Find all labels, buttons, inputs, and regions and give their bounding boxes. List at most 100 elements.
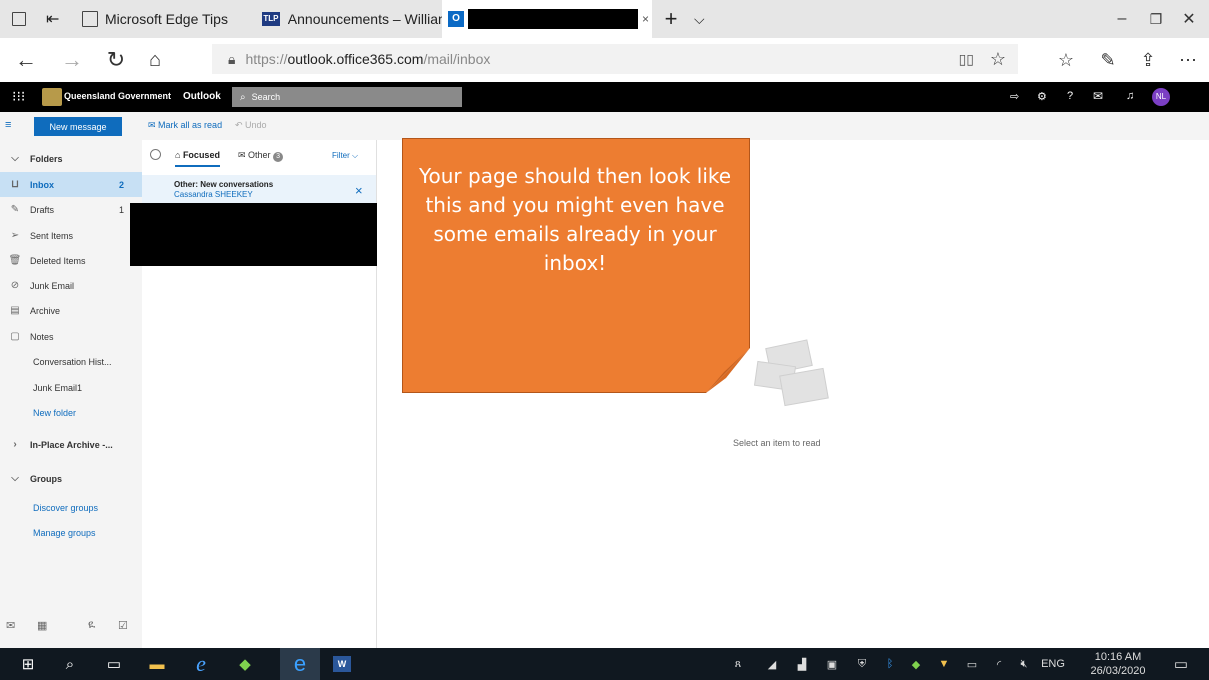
tray-app3-icon[interactable]: ◆ bbox=[904, 648, 928, 680]
folders-header[interactable]: ⌵ Folders bbox=[0, 146, 142, 171]
wifi-icon[interactable]: ◜ bbox=[987, 648, 1011, 680]
folder-archive[interactable]: ▤ Archive bbox=[0, 298, 142, 323]
other-notice-row[interactable]: Other: New conversations Cassandra SHEEK… bbox=[142, 175, 376, 205]
tab-actions-icon[interactable] bbox=[12, 0, 26, 38]
chevron-down-icon: ⌵ bbox=[11, 473, 19, 484]
language-indicator[interactable]: ENG bbox=[1038, 648, 1068, 680]
notice-sender: Cassandra SHEEKEY bbox=[174, 190, 253, 199]
back-icon[interactable]: ← bbox=[8, 38, 44, 82]
folder-conversation-history[interactable]: Conversation Hist... bbox=[0, 349, 142, 374]
close-window-icon[interactable]: ✕ bbox=[1166, 0, 1209, 38]
manage-groups-link[interactable]: Manage groups bbox=[0, 520, 142, 545]
battery-icon[interactable]: ▭ bbox=[960, 648, 984, 680]
people-icon[interactable]: ዪ bbox=[88, 619, 95, 632]
new-message-label: New message bbox=[49, 121, 107, 132]
select-all-checkbox[interactable] bbox=[150, 149, 161, 160]
url-domain: outlook.office365.com bbox=[287, 51, 424, 67]
empty-envelopes-icon bbox=[754, 339, 829, 407]
groups-header[interactable]: ⌵ Groups bbox=[0, 466, 142, 491]
discover-groups-link[interactable]: Discover groups bbox=[0, 495, 142, 520]
avatar[interactable]: NL bbox=[1152, 88, 1170, 106]
help-icon[interactable]: ? bbox=[1067, 90, 1073, 102]
tray-app2-icon[interactable]: ▣ bbox=[820, 648, 844, 680]
new-message-button[interactable]: New message bbox=[34, 117, 122, 136]
calendar-icon[interactable]: ▦ bbox=[37, 619, 47, 632]
network-bars-icon[interactable]: ▟ bbox=[790, 648, 814, 680]
taskbar-search-icon[interactable]: ⌕ bbox=[50, 648, 90, 680]
app-p-icon[interactable]: ◆ bbox=[225, 648, 265, 680]
office365-header: ⁝⁝⁝ Queensland Government Outlook ⇨ ⚙ ? … bbox=[0, 82, 1209, 112]
chevron-down-icon: ⌵ bbox=[11, 153, 19, 164]
clock[interactable]: 10:16 AM 26/03/2020 bbox=[1080, 648, 1156, 680]
refresh-icon[interactable]: ↻ bbox=[98, 38, 134, 82]
new-tab-icon[interactable]: + bbox=[656, 0, 686, 38]
tab-other[interactable]: ✉ Other 3 bbox=[238, 150, 284, 162]
in-place-archive[interactable]: › In-Place Archive -... bbox=[0, 432, 142, 457]
note-icon: ▢ bbox=[10, 331, 20, 342]
settings-gear-icon[interactable]: ⚙ bbox=[1037, 90, 1047, 103]
outlook-icon: O bbox=[448, 11, 464, 27]
filter-button[interactable]: Filter ⌵ bbox=[332, 151, 358, 161]
tray-app4-icon[interactable]: ▼ bbox=[932, 648, 956, 680]
app-launcher-icon[interactable]: ⁝⁝⁝ bbox=[12, 88, 25, 105]
folder-junk[interactable]: ⊘ Junk Email bbox=[0, 273, 142, 298]
feedback-icon[interactable]: ✉ bbox=[1093, 89, 1103, 103]
folder-notes[interactable]: ▢ Notes bbox=[0, 324, 142, 349]
windows-start-icon[interactable]: ⊞ bbox=[8, 648, 48, 680]
other-label: Other bbox=[248, 150, 271, 160]
home-icon[interactable]: ⌂ bbox=[137, 38, 173, 82]
tab-outlook-active[interactable]: O × bbox=[442, 0, 652, 38]
hamburger-icon[interactable]: ≡ bbox=[5, 119, 11, 131]
tab-focused[interactable]: ⌂ Focused bbox=[175, 150, 220, 167]
action-center-icon[interactable]: ▭ bbox=[1164, 648, 1198, 680]
tab-announcements[interactable]: TLP Announcements – William I bbox=[262, 0, 442, 38]
tab-list-chevron-icon[interactable]: ⌵ bbox=[694, 0, 705, 38]
favorites-hub-icon[interactable]: ☆ bbox=[1048, 38, 1084, 82]
folder-inbox[interactable]: ⊔ Inbox 2 bbox=[0, 172, 142, 197]
more-icon[interactable]: ⋯ bbox=[1170, 38, 1206, 82]
tab-label: Microsoft Edge Tips bbox=[105, 11, 228, 27]
tab-edge-tips[interactable]: Microsoft Edge Tips bbox=[82, 0, 232, 38]
people-tray-icon[interactable]: ጸ bbox=[726, 648, 750, 680]
new-folder-link[interactable]: New folder bbox=[0, 400, 142, 425]
redacted-message-block bbox=[130, 203, 389, 266]
dismiss-close-icon[interactable]: × bbox=[355, 183, 363, 198]
folder-label: Junk Email1 bbox=[33, 382, 83, 393]
notifications-bell-icon[interactable]: ♫ bbox=[1126, 90, 1134, 102]
internet-explorer-icon[interactable]: e bbox=[181, 648, 221, 680]
search-input[interactable]: ⌕ Search bbox=[232, 87, 462, 107]
search-icon: ⌕ bbox=[240, 91, 246, 103]
focused-label: Focused bbox=[182, 150, 220, 160]
folder-deleted[interactable]: 🗑︎ Deleted Items bbox=[0, 248, 142, 273]
tasks-icon[interactable]: ☑ bbox=[118, 619, 128, 632]
share-icon[interactable]: ⇪ bbox=[1130, 38, 1166, 82]
folder-sent[interactable]: ➢ Sent Items bbox=[0, 223, 142, 248]
undo-button[interactable]: ↶ Undo bbox=[235, 120, 267, 131]
word-icon[interactable]: W bbox=[322, 648, 362, 680]
folder-junk-email1[interactable]: Junk Email1 bbox=[0, 375, 142, 400]
set-aside-tabs-icon[interactable]: ⇤ bbox=[46, 0, 59, 38]
favorite-star-icon[interactable]: ☆ bbox=[990, 49, 1006, 70]
url-field[interactable]: 🔒︎ https://outlook.office365.com/mail/in… bbox=[212, 44, 1018, 74]
bluetooth-icon[interactable]: ᛒ bbox=[878, 648, 902, 680]
volume-muted-icon[interactable]: 🔇︎ bbox=[1012, 648, 1036, 680]
mark-all-read-button[interactable]: ✉ Mark all as read bbox=[148, 120, 222, 131]
close-tab-icon[interactable]: × bbox=[642, 12, 649, 26]
reading-view-icon[interactable]: ▯▯ bbox=[959, 51, 974, 68]
mail-icon[interactable]: ✉ bbox=[6, 619, 15, 632]
security-shield-icon[interactable]: ⛨ bbox=[850, 648, 874, 680]
skype-icon[interactable]: ⇨ bbox=[1010, 90, 1019, 103]
forward-icon[interactable]: → bbox=[54, 38, 90, 82]
command-bar: ≡ ✉ Mark all as read ↶ Undo bbox=[0, 112, 1209, 140]
folder-drafts[interactable]: ✎ Drafts 1 bbox=[0, 197, 142, 222]
web-note-icon[interactable]: ✎ bbox=[1090, 38, 1126, 82]
manage-groups-label: Manage groups bbox=[33, 527, 96, 538]
file-explorer-icon[interactable]: ▬ bbox=[137, 648, 177, 680]
tray-app-icon[interactable]: ◢ bbox=[760, 648, 784, 680]
task-view-icon[interactable]: ▭ bbox=[94, 648, 134, 680]
undo-label: Undo bbox=[245, 120, 267, 130]
edge-icon[interactable]: e bbox=[280, 648, 320, 680]
app-name[interactable]: Outlook bbox=[183, 91, 221, 102]
folder-label: Conversation Hist... bbox=[33, 356, 112, 367]
folder-label: Notes bbox=[30, 331, 54, 342]
